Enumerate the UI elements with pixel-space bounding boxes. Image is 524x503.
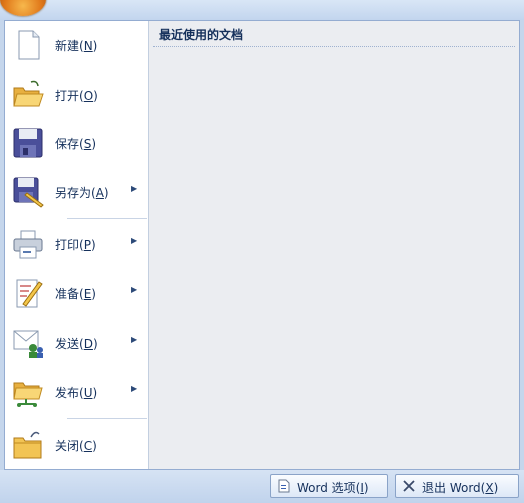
new-document-icon (18, 30, 40, 60)
menu-item-print[interactable]: 打印(P) ▶ (5, 220, 148, 268)
menu-item-send[interactable]: 发送(D) ▶ (5, 319, 148, 367)
menu-item-label: 另存为(A) (55, 186, 109, 200)
menu-item-save[interactable]: 保存(S) (5, 119, 148, 167)
save-as-icon (13, 177, 44, 208)
exit-word-button[interactable]: 退出 Word(X) (395, 474, 519, 498)
menu-item-publish[interactable]: 发布(U) ▶ (5, 368, 148, 416)
send-icon (13, 330, 43, 358)
menu-separator (67, 218, 147, 219)
title-strip (0, 0, 524, 20)
menu-commands: 新建(N) 打开(O) 保存(S) 另存为(A) ▶ 打印(P) ▶ 准备(E)… (5, 21, 149, 469)
menu-item-label: 保存(S) (55, 137, 96, 151)
save-disk-icon (13, 128, 43, 158)
word-options-button[interactable]: Word 选项(I) (270, 474, 388, 498)
submenu-arrow-icon: ▶ (131, 184, 138, 193)
menu-item-open[interactable]: 打开(O) (5, 71, 148, 119)
menu-item-label: 打印(P) (55, 238, 96, 252)
submenu-arrow-icon: ▶ (131, 384, 138, 393)
menu-item-close[interactable]: 关闭(C) (5, 421, 148, 469)
submenu-arrow-icon: ▶ (131, 285, 138, 294)
menu-item-new[interactable]: 新建(N) (5, 21, 148, 69)
printer-icon (13, 230, 43, 259)
submenu-arrow-icon: ▶ (131, 236, 138, 245)
menu-item-save-as[interactable]: 另存为(A) ▶ (5, 168, 148, 216)
open-folder-icon (13, 80, 44, 107)
menu-footer: Word 选项(I) 退出 Word(X) (0, 470, 524, 503)
menu-item-label: 发送(D) (55, 337, 98, 351)
menu-item-label: 关闭(C) (55, 439, 97, 453)
publish-icon (13, 382, 43, 407)
prepare-icon (16, 279, 43, 308)
menu-item-prepare[interactable]: 准备(E) ▶ (5, 269, 148, 317)
close-folder-icon (13, 431, 42, 459)
menu-item-label: 发布(U) (55, 386, 98, 400)
menu-separator (67, 418, 147, 419)
menu-item-label: 准备(E) (55, 287, 96, 301)
recent-documents-panel: 最近使用的文档 (149, 21, 519, 469)
exit-word-label: 退出 Word(X) (422, 481, 499, 495)
menu-item-label: 打开(O) (55, 89, 98, 103)
menu-item-label: 新建(N) (55, 39, 98, 53)
submenu-arrow-icon: ▶ (131, 335, 138, 344)
recent-separator (153, 46, 515, 47)
close-icon (403, 480, 415, 492)
options-document-icon (278, 479, 290, 493)
word-options-label: Word 选项(I) (297, 481, 369, 495)
office-menu: 新建(N) 打开(O) 保存(S) 另存为(A) ▶ 打印(P) ▶ 准备(E)… (4, 20, 520, 470)
recent-documents-title: 最近使用的文档 (159, 28, 244, 42)
